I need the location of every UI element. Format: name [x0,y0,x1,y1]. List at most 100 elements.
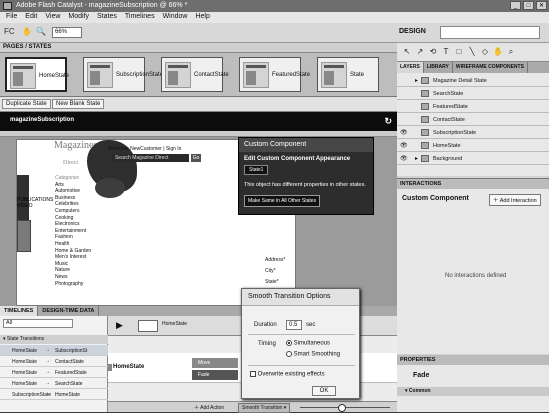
transition-to: SubscriptionSt [55,348,88,354]
layer-row[interactable]: 👁 SubscriptionState [397,127,549,139]
eye-icon[interactable]: 👁 [400,142,408,149]
popup-subtitle[interactable]: Edit Custom Component Appearance [244,156,350,162]
zoom-icon[interactable]: 🔍 [36,27,46,37]
radio-simultaneous[interactable]: Simultaneous [286,340,330,347]
interactions-header: INTERACTIONS [397,178,549,189]
site-search-input[interactable]: Search Magazine Direct [112,154,189,162]
rectangle-tool-icon[interactable]: □ [454,47,464,57]
category-item[interactable]: News [55,274,91,281]
transition-row[interactable]: HomeState → SearchState [0,378,108,389]
transitions-group[interactable]: ▾ State Transitions [0,335,108,344]
select-tool-icon[interactable]: ↖ [402,47,412,57]
close-button[interactable]: ✕ [536,1,547,10]
category-item[interactable]: Entertainment [55,228,91,235]
common-section[interactable]: ▾ Common [397,387,549,396]
menu-window[interactable]: Window [163,13,188,23]
text-tool-icon[interactable]: T [441,47,451,57]
category-item[interactable]: Business [55,195,91,202]
new-blank-state-button[interactable]: New Blank State [52,99,105,109]
category-item[interactable]: Health [55,241,91,248]
tab-wireframe[interactable]: WIREFRAME COMPONENTS [453,62,528,73]
maximize-button[interactable]: □ [523,1,534,10]
hand-icon[interactable]: ✋ [22,27,32,37]
overwrite-checkbox[interactable]: Overwrite existing effects [250,371,325,378]
shape-tool-icon[interactable]: ◇ [480,47,490,57]
state-card-home[interactable]: HomeState [5,57,69,92]
state-card-featured[interactable]: FeaturedState [239,57,310,92]
filter-select[interactable]: All [3,319,73,328]
transition-row[interactable]: HomeState → FeaturedState [0,367,108,378]
tab-timelines[interactable]: TIMELINES [0,306,39,316]
category-item[interactable]: Photography [55,281,91,288]
tab-design-time-data[interactable]: DESIGN-TIME DATA [38,306,100,316]
masthead-sub: Direct [63,160,78,166]
menu-states[interactable]: States [97,13,117,23]
state-card-subscription[interactable]: SubscriptionState [83,57,163,92]
layer-row[interactable]: SearchState [397,88,549,100]
fade-action-bar[interactable]: Fade [192,370,238,380]
move-action-bar[interactable]: Move [192,358,238,368]
menu-timelines[interactable]: Timelines [125,13,155,23]
layer-row[interactable]: ▸ Magazine Detail State [397,75,549,87]
category-item[interactable]: Home & Garden [55,248,91,255]
state-badge[interactable]: State1 [244,165,269,175]
hand-tool-icon[interactable]: ✋ [493,47,503,57]
category-item[interactable]: Men's Interest [55,254,91,261]
menu-bar: File Edit View Modify States Timelines W… [0,12,549,23]
radio-smart-smoothing[interactable]: Smart Smoothing [286,351,340,358]
minimize-button[interactable]: _ [510,1,521,10]
zoom-tool-icon[interactable]: ⌕ [506,47,516,57]
layer-folder-icon [421,142,429,149]
add-action-button[interactable]: ＋ Add Action [194,404,224,411]
menu-file[interactable]: File [6,13,17,23]
category-item[interactable]: Cooking [55,215,91,222]
direct-select-tool-icon[interactable]: ↗ [415,47,425,57]
timeline-zoom-slider[interactable] [300,404,390,412]
duplicate-state-button[interactable]: Duplicate State [2,99,51,109]
transition-row[interactable]: SubscriptionState → HomeState [0,389,108,400]
category-item[interactable]: Electronics [55,221,91,228]
transition-row[interactable]: HomeState → SubscriptionSt [0,345,108,356]
category-item[interactable]: Celebrities [55,201,91,208]
menu-view[interactable]: View [45,13,60,23]
help-search-input[interactable] [440,26,540,39]
eye-icon[interactable]: 👁 [400,129,408,136]
add-interaction-button[interactable]: ＋ Add Interaction [489,194,541,206]
layer-row[interactable]: FeaturedState [397,101,549,113]
play-icon[interactable]: ▶ [116,320,123,331]
menu-help[interactable]: Help [195,13,209,23]
ok-button[interactable]: OK [312,386,336,396]
workspace-switcher[interactable]: DESIGN [399,28,426,35]
category-item[interactable]: Arts [55,182,91,189]
state-card-more[interactable]: State [317,57,379,92]
layers-list: ▸ Magazine Detail State SearchState Feature… [397,73,549,176]
zoom-select[interactable]: 66% [52,27,82,38]
state-card-contact[interactable]: ContactState [161,57,229,92]
transform-tool-icon[interactable]: ⟲ [428,47,438,57]
line-tool-icon[interactable]: ╲ [467,47,477,57]
expand-icon[interactable]: ▸ [415,155,418,162]
layer-row[interactable]: 👁 HomeState [397,140,549,152]
expand-icon[interactable]: ▸ [415,77,418,84]
menu-modify[interactable]: Modify [68,13,89,23]
site-go-button[interactable]: Go [191,154,201,162]
layer-row[interactable]: ContactState [397,114,549,126]
interactions-panel: Custom Component ＋ Add Interaction No in… [397,189,549,354]
menu-edit[interactable]: Edit [25,13,37,23]
make-same-button[interactable]: Make Same in All Other States [244,195,321,207]
duration-input[interactable]: 0.5 [286,320,302,330]
refresh-icon[interactable]: ↻ [384,116,392,127]
tab-layers[interactable]: LAYERS [397,62,424,73]
layer-row[interactable]: 👁 ▸ Background [397,153,549,165]
interactions-title: Custom Component [402,195,469,202]
category-item[interactable]: Automotive [55,188,91,195]
category-item[interactable]: Nature [55,267,91,274]
layer-name: Magazine Detail State [433,78,487,84]
tab-library[interactable]: LIBRARY [424,62,453,73]
category-item[interactable]: Fashion [55,234,91,241]
eye-icon[interactable]: 👁 [400,155,408,162]
transition-row[interactable]: HomeState → ContactState [0,356,108,367]
category-item[interactable]: Music [55,261,91,268]
category-item[interactable]: Computers [55,208,91,215]
form-label: State* [265,279,279,285]
